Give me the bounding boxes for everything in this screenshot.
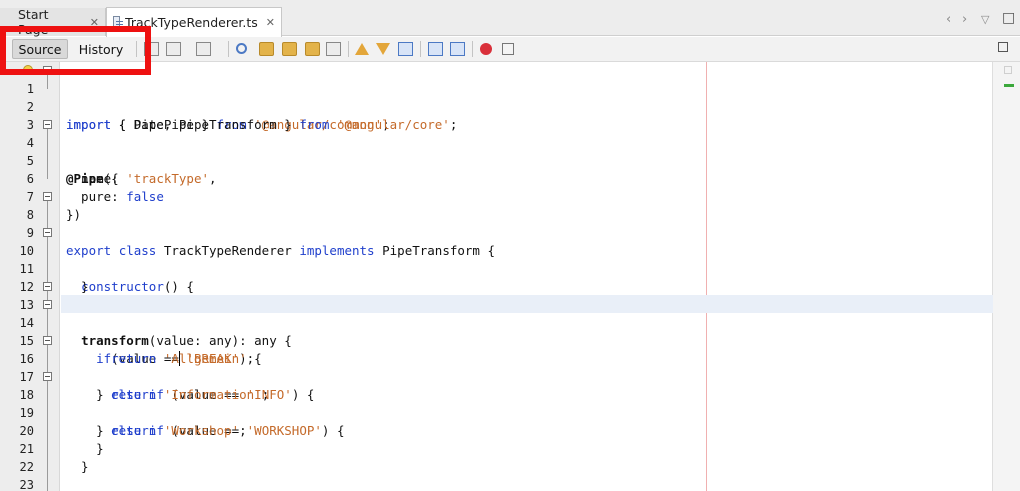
code-line: 3 xyxy=(0,98,1000,132)
code-line: 15 return 'Allgemein'; xyxy=(0,314,1000,366)
editor-tab-bar: Start Page ✕ TrackTypeRenderer.ts ✕ ‹ › … xyxy=(0,0,1020,37)
code-line: 10 constructor() { xyxy=(0,224,1000,294)
code-line: 4 @Pipe({ xyxy=(0,116,1000,186)
code-line: 22 xyxy=(0,440,1000,474)
code-line: 8 export class TrackTypeRenderer impleme… xyxy=(0,188,1000,258)
code-line: 20 } xyxy=(0,404,1000,456)
code-line: 16 } else if (value == 'INFO') { xyxy=(0,332,1000,402)
toggle-highlight-icon[interactable] xyxy=(305,42,320,56)
code-line: 5 name: 'trackType', xyxy=(0,134,1000,186)
toggle-rect-selection-icon[interactable] xyxy=(326,42,341,56)
toolbar-separator xyxy=(228,41,229,57)
scroll-indicator[interactable] xyxy=(1004,66,1012,74)
editor-toolbar: Source History xyxy=(0,37,1020,62)
scroll-right-icon[interactable]: › xyxy=(962,12,967,27)
scroll-left-icon[interactable]: ‹ xyxy=(946,12,951,27)
split-editor-icon[interactable] xyxy=(998,42,1008,52)
code-editor[interactable]: 1 import { DatePipe } from '@angular/com… xyxy=(0,62,1020,491)
code-line: 23 } xyxy=(0,458,1000,491)
find-previous-icon[interactable] xyxy=(259,42,274,56)
toolbar-separator xyxy=(420,41,421,57)
annotation-highlight-box xyxy=(0,26,151,75)
fold-toggle-icon[interactable] xyxy=(43,120,52,129)
code-line: 11 } xyxy=(0,242,1000,294)
start-macro-recording-icon[interactable] xyxy=(480,43,492,55)
code-line: 6 pure: false xyxy=(0,152,1000,204)
code-line: 17 return 'Information'; xyxy=(0,350,1000,402)
code-line: 19 return 'Workshop'; xyxy=(0,386,1000,438)
code-line: 21 } xyxy=(0,422,1000,474)
code-line: 9 xyxy=(0,206,1000,240)
code-line: 24 xyxy=(0,476,1000,491)
status-ok-mark xyxy=(1004,84,1014,87)
maximize-icon[interactable]: □ xyxy=(1002,10,1015,26)
shift-left-icon[interactable] xyxy=(428,42,443,56)
find-next-icon[interactable] xyxy=(282,42,297,56)
fold-toggle-icon[interactable] xyxy=(43,282,52,291)
next-bookmark-icon[interactable] xyxy=(376,43,390,55)
fold-toggle-icon[interactable] xyxy=(43,372,52,381)
fold-toggle-icon[interactable] xyxy=(43,228,52,237)
toggle-bookmark-icon[interactable] xyxy=(398,42,413,56)
code-line: 7 }) xyxy=(0,170,1000,222)
fold-toggle-icon[interactable] xyxy=(43,300,52,309)
fold-toggle-icon[interactable] xyxy=(43,192,52,201)
back-icon[interactable] xyxy=(166,42,181,56)
find-selection-icon[interactable] xyxy=(236,43,247,54)
toolbar-separator xyxy=(348,41,349,57)
code-line: 13 transform(value: any): any { xyxy=(0,278,1000,348)
forward-icon[interactable] xyxy=(196,42,211,56)
code-line: 2 import { Pipe, PipeTransform } from '@… xyxy=(0,80,1000,132)
code-line: 18 } else if (value == 'WORKSHOP') { xyxy=(0,368,1000,438)
toolbar-separator xyxy=(472,41,473,57)
fold-toggle-icon[interactable] xyxy=(43,336,52,345)
code-line: 12 xyxy=(0,260,1000,294)
stop-macro-recording-icon[interactable] xyxy=(502,43,514,55)
code-line-current: 14 if(value == 'BREAK') { xyxy=(0,296,1000,366)
previous-bookmark-icon[interactable] xyxy=(355,43,369,55)
close-icon[interactable]: ✕ xyxy=(266,16,275,29)
shift-right-icon[interactable] xyxy=(450,42,465,56)
tab-menu-icon[interactable]: ▽ xyxy=(981,13,989,26)
